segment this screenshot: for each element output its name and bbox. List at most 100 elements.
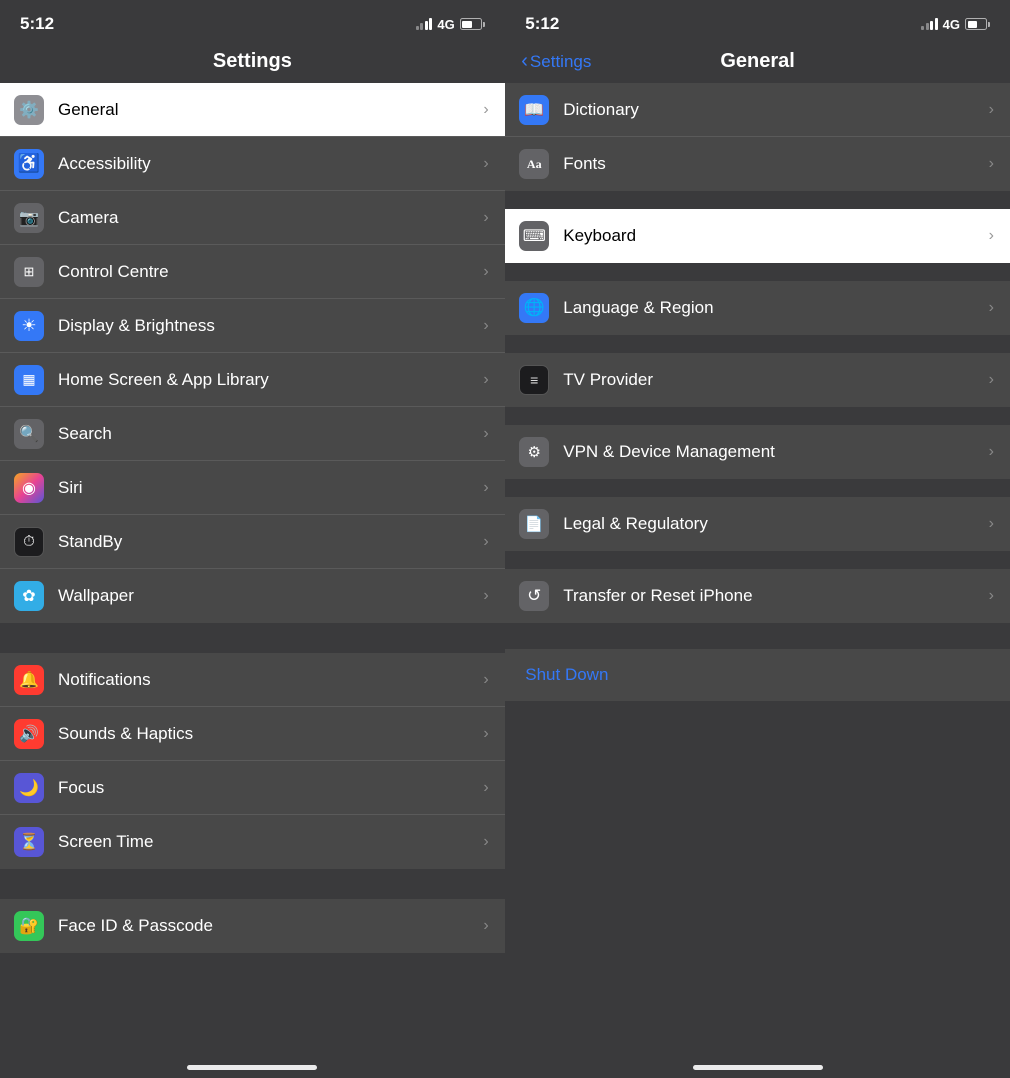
wallpaper-chevron: › [483, 587, 488, 605]
general-icon: ⚙️ [14, 95, 44, 125]
control-centre-label: Control Centre [58, 262, 483, 282]
notifications-label: Notifications [58, 670, 483, 690]
tv-provider-icon: ≡ [519, 365, 549, 395]
settings-item-transfer-reset[interactable]: ↺ Transfer or Reset iPhone › [505, 569, 1010, 623]
settings-item-search[interactable]: 🔍 Search › [0, 407, 505, 461]
right-divider-2 [505, 265, 1010, 281]
left-status-icons: 4G [416, 17, 485, 32]
focus-chevron: › [483, 779, 488, 797]
wallpaper-icon: ✿ [14, 581, 44, 611]
screen-time-icon: ⏳ [14, 827, 44, 857]
right-section-6: 📄 Legal & Regulatory › [505, 497, 1010, 551]
sounds-chevron: › [483, 725, 488, 743]
face-id-icon: 🔐 [14, 911, 44, 941]
legal-chevron: › [989, 515, 994, 533]
vpn-label: VPN & Device Management [563, 442, 988, 462]
settings-item-wallpaper[interactable]: ✿ Wallpaper › [0, 569, 505, 623]
left-time: 5:12 [20, 14, 54, 34]
vpn-chevron: › [989, 443, 994, 461]
settings-item-control-centre[interactable]: ⊞ Control Centre › [0, 245, 505, 299]
right-signal-icon [921, 18, 938, 30]
right-section-5: ⚙ VPN & Device Management › [505, 425, 1010, 479]
language-label: Language & Region [563, 298, 988, 318]
right-divider-4 [505, 409, 1010, 425]
face-id-label: Face ID & Passcode [58, 916, 483, 936]
focus-icon: 🌙 [14, 773, 44, 803]
notifications-chevron: › [483, 671, 488, 689]
left-home-bar [187, 1065, 317, 1070]
settings-item-screen-time[interactable]: ⏳ Screen Time › [0, 815, 505, 869]
notifications-icon: 🔔 [14, 665, 44, 695]
settings-item-keyboard[interactable]: ⌨ Keyboard › [505, 209, 1010, 263]
settings-item-dictionary[interactable]: 📖 Dictionary › [505, 83, 1010, 137]
settings-item-display[interactable]: ☀ Display & Brightness › [0, 299, 505, 353]
right-status-icons: 4G [921, 17, 990, 32]
right-section-4: ≡ TV Provider › [505, 353, 1010, 407]
left-home-indicator [0, 1044, 505, 1078]
display-label: Display & Brightness [58, 316, 483, 336]
right-divider-1 [505, 193, 1010, 209]
right-section-1: 📖 Dictionary › Aa Fonts › [505, 83, 1010, 191]
home-screen-icon: ▦ [14, 365, 44, 395]
settings-item-camera[interactable]: 📷 Camera › [0, 191, 505, 245]
settings-item-notifications[interactable]: 🔔 Notifications › [0, 653, 505, 707]
left-section-1: ⚙️ General › ♿ Accessibility › 📷 Camera … [0, 83, 505, 623]
keyboard-icon: ⌨ [519, 221, 549, 251]
camera-chevron: › [483, 209, 488, 227]
display-chevron: › [483, 317, 488, 335]
left-divider-1 [0, 625, 505, 653]
transfer-icon: ↺ [519, 581, 549, 611]
right-divider-3 [505, 337, 1010, 353]
right-status-bar: 5:12 4G [505, 0, 1010, 42]
general-label: General [58, 100, 483, 120]
settings-item-standby[interactable]: ⏱ StandBy › [0, 515, 505, 569]
back-label: Settings [530, 52, 591, 72]
wallpaper-label: Wallpaper [58, 586, 483, 606]
right-network-type: 4G [943, 17, 960, 32]
right-battery-icon [965, 18, 990, 30]
keyboard-label: Keyboard [563, 226, 988, 246]
fonts-label: Fonts [563, 154, 988, 174]
settings-item-sounds[interactable]: 🔊 Sounds & Haptics › [0, 707, 505, 761]
settings-item-language[interactable]: 🌐 Language & Region › [505, 281, 1010, 335]
standby-chevron: › [483, 533, 488, 551]
fonts-icon: Aa [519, 149, 549, 179]
back-chevron-icon: ‹ [521, 51, 528, 71]
settings-item-focus[interactable]: 🌙 Focus › [0, 761, 505, 815]
right-time: 5:12 [525, 14, 559, 34]
left-settings-list: ⚙️ General › ♿ Accessibility › 📷 Camera … [0, 83, 505, 1044]
settings-item-general[interactable]: ⚙️ General › [0, 83, 505, 137]
siri-label: Siri [58, 478, 483, 498]
dictionary-label: Dictionary [563, 100, 988, 120]
back-button[interactable]: ‹ Settings [521, 52, 591, 72]
keyboard-chevron: › [989, 227, 994, 245]
screen-time-chevron: › [483, 833, 488, 851]
left-section-3: 🔐 Face ID & Passcode › [0, 899, 505, 953]
transfer-label: Transfer or Reset iPhone [563, 586, 988, 606]
siri-chevron: › [483, 479, 488, 497]
right-divider-6 [505, 553, 1010, 569]
settings-item-home-screen[interactable]: ▦ Home Screen & App Library › [0, 353, 505, 407]
focus-label: Focus [58, 778, 483, 798]
home-screen-label: Home Screen & App Library [58, 370, 483, 390]
general-chevron: › [483, 101, 488, 119]
control-centre-icon: ⊞ [14, 257, 44, 287]
dictionary-icon: 📖 [519, 95, 549, 125]
language-icon: 🌐 [519, 293, 549, 323]
settings-item-tv-provider[interactable]: ≡ TV Provider › [505, 353, 1010, 407]
legal-icon: 📄 [519, 509, 549, 539]
home-screen-chevron: › [483, 371, 488, 389]
sounds-label: Sounds & Haptics [58, 724, 483, 744]
settings-item-vpn[interactable]: ⚙ VPN & Device Management › [505, 425, 1010, 479]
settings-item-legal[interactable]: 📄 Legal & Regulatory › [505, 497, 1010, 551]
face-id-chevron: › [483, 917, 488, 935]
screen-time-label: Screen Time [58, 832, 483, 852]
right-divider-5 [505, 481, 1010, 497]
settings-item-accessibility[interactable]: ♿ Accessibility › [0, 137, 505, 191]
right-section-2: ⌨ Keyboard › [505, 209, 1010, 263]
settings-item-fonts[interactable]: Aa Fonts › [505, 137, 1010, 191]
settings-item-siri[interactable]: ◉ Siri › [0, 461, 505, 515]
settings-item-face-id[interactable]: 🔐 Face ID & Passcode › [0, 899, 505, 953]
transfer-chevron: › [989, 587, 994, 605]
shutdown-item[interactable]: Shut Down [505, 649, 1010, 701]
